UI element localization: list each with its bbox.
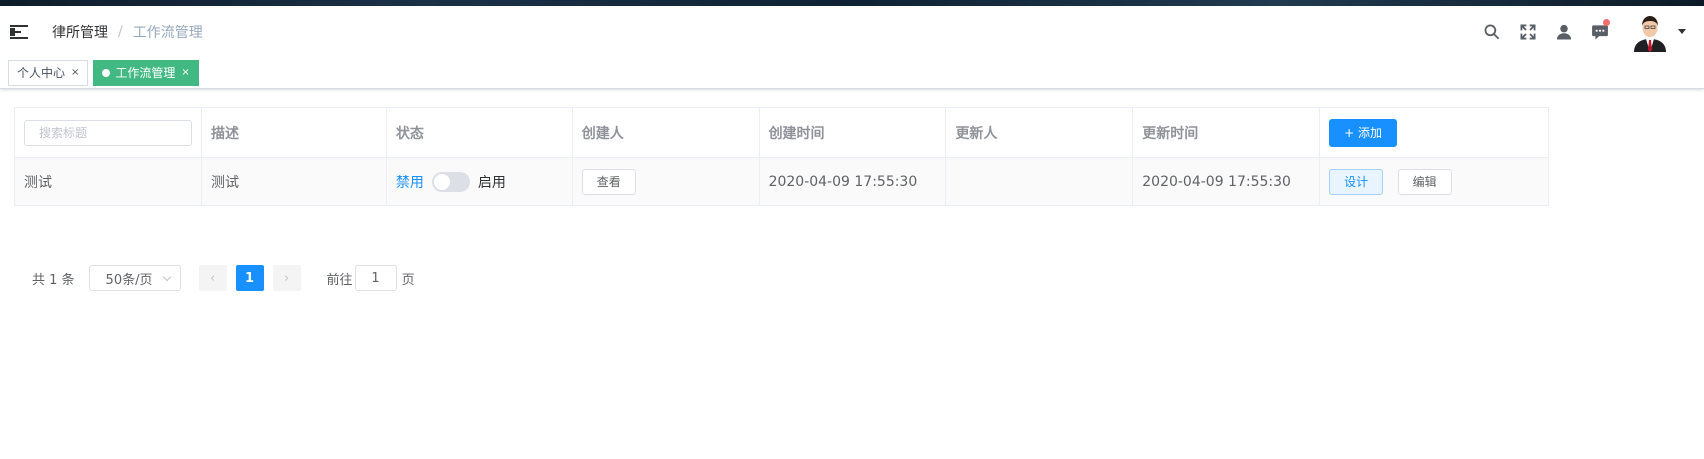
cell-updater bbox=[945, 157, 1134, 206]
search-icon[interactable] bbox=[1474, 6, 1510, 57]
cell-title: 测试 bbox=[14, 157, 202, 206]
cell-actions: 设计 编辑 bbox=[1319, 157, 1549, 206]
edit-button[interactable]: 编辑 bbox=[1397, 168, 1452, 195]
notification-dot bbox=[1603, 19, 1610, 26]
cell-created-at: 2020-04-09 17:55:30 bbox=[758, 157, 947, 206]
cell-description: 测试 bbox=[201, 157, 387, 206]
header-status: 状态 bbox=[385, 107, 573, 158]
table-header-row: 描述 状态 创建人 创建时间 更新人 更新时间 + 添加 bbox=[14, 107, 1549, 158]
tags-view-bar: 个人中心 × 工作流管理 × bbox=[0, 57, 1704, 89]
hamburger-menu-icon[interactable] bbox=[10, 24, 28, 39]
pagination-total: 共 1 条 bbox=[32, 272, 75, 288]
breadcrumb-item-workflow-management: 工作流管理 bbox=[132, 24, 203, 41]
right-menu bbox=[1474, 6, 1686, 57]
tag-personal-center[interactable]: 个人中心 × bbox=[8, 59, 89, 86]
user-avatar-dropdown[interactable] bbox=[1630, 11, 1686, 52]
status-on-label[interactable]: 启用 bbox=[478, 172, 506, 192]
page-number-current[interactable]: 1 bbox=[235, 265, 264, 291]
page-size-select[interactable]: 50条/页 bbox=[88, 265, 181, 291]
header-search-cell bbox=[14, 107, 202, 158]
table-row: 测试 测试 禁用 启用 查看 2020-04-09 17:55:30 2020-… bbox=[14, 157, 1549, 206]
fullscreen-icon[interactable] bbox=[1510, 6, 1546, 57]
navbar: 律所管理 / 工作流管理 bbox=[0, 6, 1704, 57]
cell-creator: 查看 bbox=[571, 157, 760, 206]
message-icon[interactable] bbox=[1582, 6, 1618, 57]
chevron-down-icon bbox=[1678, 29, 1686, 34]
page-size-value: 50条/页 bbox=[105, 272, 153, 288]
tag-label: 工作流管理 bbox=[115, 65, 176, 80]
cell-updated-at: 2020-04-09 17:55:30 bbox=[1132, 157, 1321, 206]
close-icon[interactable]: × bbox=[71, 61, 79, 85]
tag-workflow-management[interactable]: 工作流管理 × bbox=[93, 59, 199, 86]
goto-page-input[interactable] bbox=[354, 265, 397, 291]
page-jumper: 前往 页 bbox=[327, 265, 415, 291]
header-creator: 创建人 bbox=[571, 107, 760, 158]
breadcrumb-item-firm-management[interactable]: 律所管理 bbox=[52, 22, 108, 42]
add-button[interactable]: + 添加 bbox=[1329, 118, 1397, 147]
user-icon[interactable] bbox=[1546, 6, 1582, 57]
status-switch-group: 禁用 启用 bbox=[396, 171, 563, 192]
cell-status: 禁用 启用 bbox=[385, 157, 573, 206]
close-icon[interactable]: × bbox=[181, 61, 189, 85]
prev-page-button[interactable]: ‹ bbox=[198, 265, 227, 291]
goto-suffix: 页 bbox=[401, 272, 415, 288]
header-actions: + 添加 bbox=[1319, 107, 1549, 158]
breadcrumb: 律所管理 / 工作流管理 bbox=[52, 22, 203, 42]
active-dot-icon bbox=[102, 68, 111, 77]
search-title-input[interactable] bbox=[24, 119, 192, 146]
view-creator-button[interactable]: 查看 bbox=[581, 168, 636, 195]
header-updater: 更新人 bbox=[945, 107, 1134, 158]
tag-label: 个人中心 bbox=[17, 65, 66, 80]
main-content: 描述 状态 创建人 创建时间 更新人 更新时间 + 添加 测试 测试 禁用 bbox=[0, 89, 1704, 291]
avatar bbox=[1630, 11, 1670, 52]
header-description: 描述 bbox=[201, 107, 387, 158]
status-toggle[interactable] bbox=[431, 171, 470, 192]
status-off-label[interactable]: 禁用 bbox=[396, 172, 424, 192]
chevron-down-icon bbox=[162, 272, 171, 281]
next-page-button[interactable]: › bbox=[272, 265, 301, 291]
design-button[interactable]: 设计 bbox=[1329, 168, 1384, 195]
breadcrumb-separator: / bbox=[118, 23, 123, 40]
header-updated-at: 更新时间 bbox=[1132, 107, 1321, 158]
workflow-table: 描述 状态 创建人 创建时间 更新人 更新时间 + 添加 测试 测试 禁用 bbox=[14, 107, 1549, 206]
goto-prefix: 前往 bbox=[326, 272, 353, 288]
pagination: 共 1 条 50条/页 ‹ 1 › 前往 页 bbox=[32, 265, 1684, 291]
header-created-at: 创建时间 bbox=[758, 107, 947, 158]
